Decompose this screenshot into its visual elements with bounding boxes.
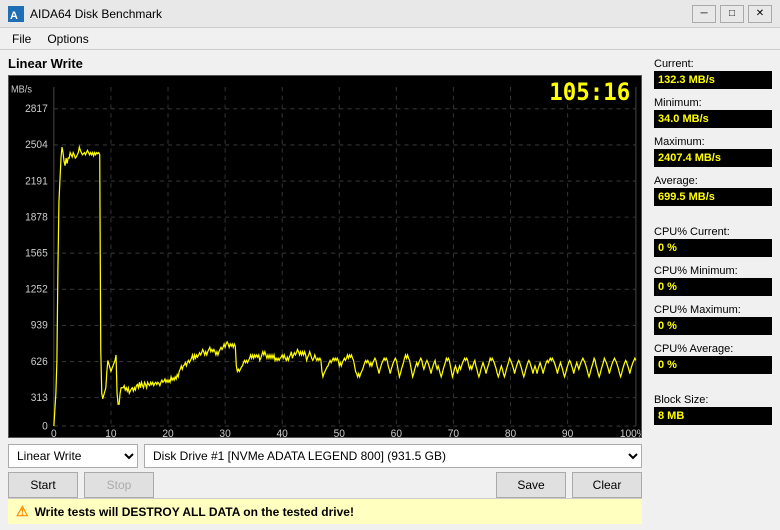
cpu-avg-value: 0 %: [654, 356, 772, 374]
svg-text:10: 10: [105, 428, 116, 437]
average-value: 699.5 MB/s: [654, 188, 772, 206]
menu-file[interactable]: File: [4, 30, 39, 48]
cpu-min-label: CPU% Minimum:: [654, 265, 772, 277]
chart-svg: 2817 2504 2191 1878 1565 1252 939 626 31…: [9, 76, 641, 437]
block-size-label: Block Size:: [654, 394, 772, 406]
left-panel: Linear Write: [0, 50, 650, 530]
stop-button[interactable]: Stop: [84, 472, 154, 498]
stat-block-size: Block Size: 8 MB: [654, 394, 772, 425]
svg-text:50: 50: [334, 428, 345, 437]
svg-text:313: 313: [31, 392, 48, 404]
cpu-max-label: CPU% Maximum:: [654, 304, 772, 316]
svg-text:1252: 1252: [25, 283, 48, 295]
svg-text:A: A: [10, 10, 18, 22]
app-icon: A: [8, 6, 24, 22]
stat-cpu-min: CPU% Minimum: 0 %: [654, 265, 772, 296]
svg-text:939: 939: [31, 319, 48, 331]
close-button[interactable]: ✕: [748, 5, 772, 23]
cpu-divider: [654, 382, 772, 388]
controls-row: Linear Write Linear Read Random Write Ra…: [8, 444, 642, 468]
window-controls: ─ □ ✕: [692, 5, 772, 23]
title-bar-left: A AIDA64 Disk Benchmark: [8, 6, 162, 22]
chart-title: Linear Write: [8, 56, 642, 71]
current-label: Current:: [654, 58, 772, 70]
right-panel: Current: 132.3 MB/s Minimum: 34.0 MB/s M…: [650, 50, 780, 530]
menu-bar: File Options: [0, 28, 780, 50]
stats-divider: [654, 214, 772, 220]
cpu-current-label: CPU% Current:: [654, 226, 772, 238]
svg-text:70: 70: [448, 428, 459, 437]
maximum-value: 2407.4 MB/s: [654, 149, 772, 167]
svg-text:1878: 1878: [25, 211, 48, 223]
cpu-current-value: 0 %: [654, 239, 772, 257]
current-value: 132.3 MB/s: [654, 71, 772, 89]
svg-text:20: 20: [162, 428, 173, 437]
stat-maximum: Maximum: 2407.4 MB/s: [654, 136, 772, 167]
clear-button[interactable]: Clear: [572, 472, 642, 498]
minimize-button[interactable]: ─: [692, 5, 716, 23]
svg-text:2817: 2817: [25, 103, 48, 115]
maximum-label: Maximum:: [654, 136, 772, 148]
svg-text:MB/s: MB/s: [11, 84, 32, 95]
warning-icon: ⚠: [16, 503, 29, 520]
average-label: Average:: [654, 175, 772, 187]
svg-text:40: 40: [277, 428, 288, 437]
svg-text:80: 80: [505, 428, 516, 437]
stat-current: Current: 132.3 MB/s: [654, 58, 772, 89]
svg-text:30: 30: [219, 428, 230, 437]
warning-bar: ⚠ Write tests will DESTROY ALL DATA on t…: [8, 498, 642, 524]
main-content: Linear Write: [0, 50, 780, 530]
cpu-min-value: 0 %: [654, 278, 772, 296]
stat-minimum: Minimum: 34.0 MB/s: [654, 97, 772, 128]
block-size-value: 8 MB: [654, 407, 772, 425]
cpu-max-value: 0 %: [654, 317, 772, 335]
start-button[interactable]: Start: [8, 472, 78, 498]
svg-text:626: 626: [31, 355, 48, 367]
minimum-value: 34.0 MB/s: [654, 110, 772, 128]
svg-text:1565: 1565: [25, 247, 48, 259]
svg-text:90: 90: [562, 428, 573, 437]
maximize-button[interactable]: □: [720, 5, 744, 23]
svg-text:100%: 100%: [620, 428, 641, 437]
svg-text:105:16: 105:16: [549, 78, 630, 106]
warning-text: Write tests will DESTROY ALL DATA on the…: [35, 505, 354, 519]
minimum-label: Minimum:: [654, 97, 772, 109]
test-type-dropdown[interactable]: Linear Write Linear Read Random Write Ra…: [8, 444, 138, 468]
buttons-row: Start Stop Save Clear: [8, 472, 642, 498]
svg-text:0: 0: [51, 428, 57, 437]
window-title: AIDA64 Disk Benchmark: [30, 7, 162, 21]
svg-text:60: 60: [391, 428, 402, 437]
save-button[interactable]: Save: [496, 472, 566, 498]
svg-text:2191: 2191: [25, 175, 48, 187]
stat-cpu-max: CPU% Maximum: 0 %: [654, 304, 772, 335]
cpu-avg-label: CPU% Average:: [654, 343, 772, 355]
disk-dropdown[interactable]: Disk Drive #1 [NVMe ADATA LEGEND 800] (9…: [144, 444, 642, 468]
svg-text:2504: 2504: [25, 139, 48, 151]
title-bar: A AIDA64 Disk Benchmark ─ □ ✕: [0, 0, 780, 28]
stat-average: Average: 699.5 MB/s: [654, 175, 772, 206]
stat-cpu-current: CPU% Current: 0 %: [654, 226, 772, 257]
menu-options[interactable]: Options: [39, 30, 96, 48]
stat-cpu-avg: CPU% Average: 0 %: [654, 343, 772, 374]
svg-text:0: 0: [42, 420, 48, 432]
chart-container: 2817 2504 2191 1878 1565 1252 939 626 31…: [8, 75, 642, 438]
